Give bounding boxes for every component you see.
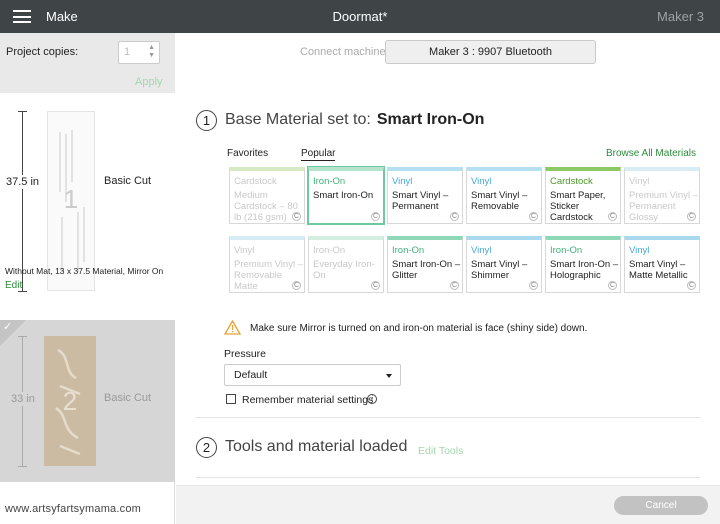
project-copies-value: 1 — [124, 46, 131, 58]
step-1-number: 1 — [196, 110, 217, 131]
material-category: Cardstock — [550, 176, 593, 187]
cricut-badge-icon: C — [371, 281, 380, 290]
material-category: Vinyl — [234, 245, 255, 256]
cancel-button[interactable]: Cancel — [614, 496, 708, 515]
dimension-cap-bottom — [18, 291, 27, 292]
mat-1-info: Without Mat, 13 x 37.5 Material, Mirror … — [5, 266, 164, 276]
material-category: Vinyl — [629, 176, 650, 187]
material-card[interactable]: Vinyl Smart Vinyl – Matte Metallic C — [624, 236, 700, 293]
mat-1-cut-label: Basic Cut — [104, 175, 152, 187]
cricut-badge-icon: C — [371, 212, 380, 221]
dimension-cap-bottom — [18, 466, 27, 467]
tab-favorites[interactable]: Favorites — [227, 148, 268, 159]
section-divider — [196, 417, 700, 418]
material-card[interactable]: Iron-On Smart Iron-On – Holographic C — [545, 236, 621, 293]
material-category: Iron-On — [392, 245, 425, 256]
material-category: Iron-On — [550, 245, 583, 256]
mat-2-preview[interactable]: 2 — [44, 336, 96, 466]
material-category: Vinyl — [471, 245, 492, 256]
machine-name: Maker 3 — [657, 9, 704, 24]
material-card[interactable]: Vinyl Premium Vinyl – Removable Matte C — [229, 236, 305, 293]
base-material-name: Smart Iron-On — [376, 111, 485, 128]
cricut-badge-icon: C — [529, 281, 538, 290]
material-category: Vinyl — [471, 176, 492, 187]
dimension-line — [22, 111, 23, 291]
step-1-title-text: Base Material set to: — [225, 111, 371, 128]
mat-1-item[interactable]: 37.5 in 1 Basic Cut Without Mat, 13 x 37… — [0, 93, 175, 320]
remember-settings-checkbox[interactable] — [226, 394, 236, 404]
material-category: Iron-On — [313, 245, 346, 256]
connect-machine-button[interactable]: Maker 3 : 9907 Bluetooth — [385, 40, 596, 64]
material-card[interactable]: Vinyl Premium Vinyl – Permanent Glossy C — [624, 167, 700, 224]
footer-bar: Cancel — [176, 485, 720, 524]
stepper-arrows-icon[interactable]: ▲ ▼ — [148, 44, 155, 60]
main-panel: Connect machine Maker 3 : 9907 Bluetooth… — [176, 33, 720, 524]
cricut-badge-icon: C — [529, 212, 538, 221]
cricut-badge-icon: C — [450, 281, 459, 290]
material-card[interactable]: Vinyl Smart Vinyl – Permanent C — [387, 167, 463, 224]
step-2-number: 2 — [196, 437, 217, 458]
project-copies-input[interactable]: 1 ▲ ▼ — [118, 41, 160, 64]
apply-button[interactable]: Apply — [135, 76, 163, 88]
project-copies-panel: Project copies: 1 ▲ ▼ Apply — [0, 33, 175, 93]
mat-1-number: 1 — [63, 184, 79, 214]
material-card[interactable]: Cardstock Medium Cardstock – 80 lb (216 g… — [229, 167, 305, 224]
mat-1-edit-link[interactable]: Edit — [5, 280, 22, 291]
pressure-value: Default — [234, 369, 268, 381]
material-card[interactable]: Vinyl Smart Vinyl – Shimmer C — [466, 236, 542, 293]
project-title: Doormat* — [332, 9, 388, 24]
cricut-badge-icon: C — [292, 281, 301, 290]
mat-1-preview[interactable]: 1 — [47, 111, 95, 291]
remember-settings-label[interactable]: Remember material settings — [242, 394, 373, 406]
material-name: Smart Iron-On – Glitter — [392, 259, 461, 281]
material-category: Iron-On — [313, 176, 346, 187]
edit-tools-link[interactable]: Edit Tools — [418, 445, 463, 457]
connect-row: Connect machine Maker 3 : 9907 Bluetooth — [176, 33, 720, 77]
cricut-badge-icon: C — [608, 212, 617, 221]
pressure-select[interactable]: Default — [224, 364, 401, 386]
connect-machine-label: Connect machine — [300, 46, 386, 58]
mat-sidebar: Project copies: 1 ▲ ▼ Apply 37.5 in 1 Bas… — [0, 33, 175, 524]
material-name: Everyday Iron-On — [313, 259, 375, 281]
cricut-badge-icon: C — [687, 212, 696, 221]
step-2-title: Tools and material loaded — [225, 438, 408, 455]
material-category: Cardstock — [234, 176, 277, 187]
info-icon[interactable]: i — [367, 394, 377, 404]
material-name: Smart Vinyl – Permanent — [392, 190, 449, 212]
cricut-badge-icon: C — [608, 281, 617, 290]
mat-2-number: 2 — [62, 386, 78, 416]
cricut-badge-icon: C — [292, 212, 301, 221]
mat-2-dimension: 33 in — [11, 392, 35, 406]
material-category: Vinyl — [629, 245, 650, 256]
browse-all-materials-link[interactable]: Browse All Materials — [606, 148, 696, 159]
caret-down-icon — [386, 374, 392, 378]
mirror-warning-text: Make sure Mirror is turned on and iron-o… — [250, 323, 588, 334]
material-category: Vinyl — [392, 176, 413, 187]
material-card[interactable]: Iron-On Smart Iron-On – Glitter C — [387, 236, 463, 293]
site-watermark: www.artsyfartsymama.com — [5, 503, 142, 515]
cricut-badge-icon: C — [687, 281, 696, 290]
checkmark-icon: ✓ — [3, 321, 13, 333]
pressure-label: Pressure — [224, 348, 267, 360]
material-name: Smart Vinyl – Shimmer — [471, 259, 528, 281]
mat-1-dimension: 37.5 in — [6, 175, 40, 189]
material-name: Smart Iron-On — [313, 190, 374, 201]
material-card[interactable]: Iron-On Everyday Iron-On C — [308, 236, 384, 293]
material-name: Smart Iron-On – Holographic — [550, 259, 619, 281]
mat-2-item[interactable]: ✓ 33 in 2 Basic Cut — [0, 320, 175, 482]
cricut-badge-icon: C — [450, 212, 459, 221]
section-divider — [196, 477, 700, 478]
material-card[interactable]: Vinyl Smart Vinyl – Removable C — [466, 167, 542, 224]
top-bar: Make Doormat* Maker 3 — [0, 0, 720, 33]
project-copies-label: Project copies: — [6, 46, 79, 58]
material-name: Smart Vinyl – Removable — [471, 190, 528, 212]
material-card[interactable]: Cardstock Smart Paper, Sticker Cardstock C — [545, 167, 621, 224]
tab-popular[interactable]: Popular — [301, 148, 336, 161]
mat-2-cut-label: Basic Cut — [104, 392, 152, 404]
step-1-title: Base Material set to: Smart Iron-On — [225, 111, 484, 129]
warning-icon — [224, 320, 241, 335]
material-card[interactable]: Iron-On Smart Iron-On C — [308, 167, 384, 224]
material-name: Smart Vinyl – Matte Metallic — [629, 259, 688, 281]
